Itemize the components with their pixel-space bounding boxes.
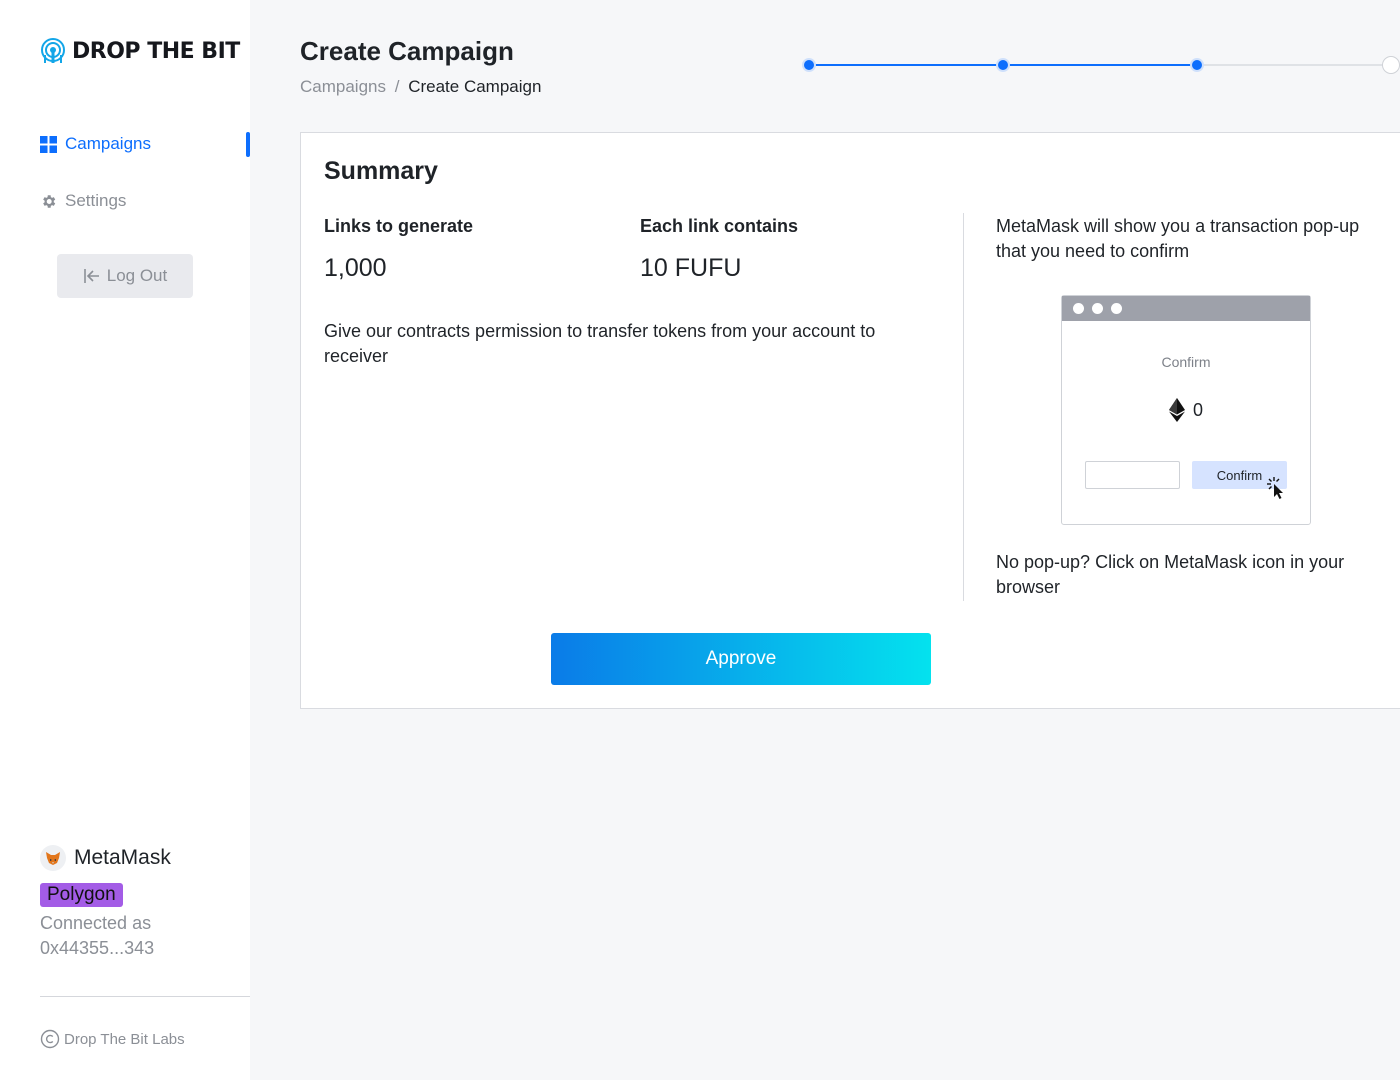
step-3-dot (1190, 58, 1204, 72)
sidebar-item-settings[interactable]: Settings (0, 183, 250, 219)
gear-icon (43, 194, 56, 208)
window-dot-icon (1111, 303, 1122, 314)
progress-stepper (800, 55, 1400, 75)
metamask-hint-text: No pop-up? Click on MetaMask icon in you… (996, 552, 1345, 597)
column-divider (963, 213, 964, 601)
cursor-click-icon (1267, 477, 1283, 499)
mock-confirm-label: Confirm (1161, 354, 1211, 370)
summary-title: Summary (324, 157, 438, 185)
logout-button[interactable]: Log Out (57, 254, 193, 298)
stepper-line-1 (809, 64, 1003, 66)
sidebar-divider (40, 996, 250, 997)
signal-logo-icon (41, 38, 65, 63)
summary-card: Summary Links to generate 1,000 Each lin… (300, 132, 1400, 709)
window-dot-icon (1073, 303, 1084, 314)
step-4-dot (1382, 56, 1400, 74)
page-title: Create Campaign (300, 36, 514, 66)
sidebar-item-label: Campaigns (65, 134, 151, 153)
breadcrumb: Campaigns / Create Campaign (300, 77, 541, 97)
step-2-dot (996, 58, 1010, 72)
grid-icon (40, 135, 57, 153)
logout-label: Log Out (106, 266, 168, 285)
sidebar-nav: Campaigns Settings (0, 126, 250, 219)
metamask-fox-icon (40, 845, 66, 871)
sidebar-item-label: Settings (65, 191, 127, 210)
stepper-line-3 (1197, 64, 1391, 66)
each-link-value: 10 FUFU (640, 254, 742, 282)
wallet-address: 0x44355...343 (40, 938, 155, 958)
connected-label: Connected as (40, 913, 152, 933)
metamask-popup-illustration: Confirm 0 Confirm (1061, 295, 1311, 525)
copyright: Drop The Bit Labs (40, 1029, 185, 1049)
links-value: 1,000 (324, 254, 387, 282)
permission-text: Give our contracts permission to transfe… (324, 321, 876, 366)
logout-icon (83, 269, 99, 283)
mock-amount-value: 0 (1192, 399, 1203, 420)
window-dot-icon (1092, 303, 1103, 314)
connected-info: Connected as 0x44355...343 (40, 911, 240, 961)
sidebar: DROP THE BIT Campaigns Settings Log Out (0, 0, 250, 1080)
breadcrumb-current: Create Campaign (408, 77, 542, 96)
approve-button[interactable]: Approve (551, 633, 931, 685)
each-link-label: Each link contains (640, 216, 799, 236)
metamask-info-text: MetaMask will show you a transaction pop… (996, 216, 1360, 261)
mock-input-field (1085, 461, 1180, 489)
copyright-text: Drop The Bit Labs (64, 1030, 185, 1048)
breadcrumb-campaigns-link[interactable]: Campaigns (300, 77, 386, 96)
brand-logo[interactable]: DROP THE BIT (40, 38, 240, 64)
network-badge: Polygon (40, 883, 123, 907)
sidebar-item-campaigns[interactable]: Campaigns (0, 126, 250, 162)
breadcrumb-separator: / (394, 77, 400, 96)
links-label: Links to generate (324, 216, 474, 236)
mock-amount: 0 (1062, 398, 1310, 422)
stepper-line-2 (1003, 64, 1197, 66)
copyright-icon (40, 1029, 60, 1049)
step-1-dot (802, 58, 816, 72)
mock-window-titlebar (1062, 296, 1310, 321)
wallet-info: MetaMask Polygon Connected as 0x44355...… (40, 845, 240, 961)
brand-name: DROP THE BIT (72, 38, 240, 64)
ethereum-icon (1168, 398, 1185, 422)
wallet-name: MetaMask (74, 846, 171, 869)
